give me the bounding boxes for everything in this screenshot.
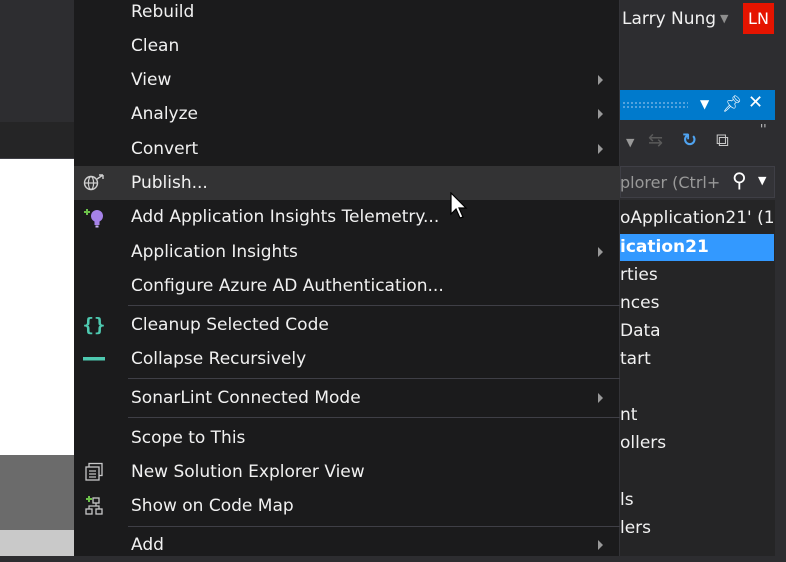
menu-item-clean[interactable]: Clean [74, 29, 620, 63]
menu-item-label: Application Insights [131, 242, 298, 262]
tree-item[interactable]: nces [620, 290, 774, 317]
menu-item-collapse-recursively[interactable]: Collapse Recursively [74, 342, 620, 376]
user-name[interactable]: Larry Nung [622, 9, 716, 29]
editor-tab-strip [0, 122, 80, 159]
menu-item-rebuild[interactable]: Rebuild [74, 0, 620, 29]
submenu-arrow-icon [598, 144, 603, 154]
menu-item-label: Rebuild [131, 2, 195, 22]
submenu-arrow-icon [598, 247, 603, 257]
chevron-down-icon[interactable]: ▼ [758, 174, 766, 187]
menu-item-sonarlint-connected-mode[interactable]: SonarLint Connected Mode [74, 381, 620, 415]
tree-item[interactable]: ls [620, 487, 774, 514]
menu-item-label: Add Application Insights Telemetry... [131, 207, 440, 227]
menu-separator [128, 417, 620, 418]
chevron-down-icon[interactable]: ▼ [720, 12, 728, 25]
publish-globe-icon [82, 171, 106, 195]
menu-item-new-solution-explorer-view[interactable]: New Solution Explorer View [74, 455, 620, 489]
menu-item-add[interactable]: Add [74, 528, 620, 562]
close-icon[interactable]: ✕ [748, 92, 763, 113]
pin-icon[interactable]: 📌︎ [722, 94, 742, 113]
tree-item[interactable]: tart [620, 346, 774, 373]
sync-icon[interactable]: ⇆ [648, 130, 663, 151]
panel-grip[interactable] [622, 101, 688, 109]
menu-item-label: Clean [131, 36, 180, 56]
menu-item-label: Analyze [131, 104, 198, 124]
application-insights-icon [82, 205, 106, 229]
tree-item[interactable]: rties [620, 262, 774, 289]
tree-item[interactable]: nt [620, 402, 774, 429]
new-explorer-view-icon [82, 460, 106, 484]
submenu-arrow-icon [598, 109, 603, 119]
tree-item[interactable] [620, 374, 774, 401]
avatar[interactable]: LN [743, 3, 774, 34]
menu-item-add-application-insights[interactable]: Add Application Insights Telemetry... [74, 200, 620, 234]
menu-separator [128, 378, 620, 379]
solution-explorer-toolbar [620, 122, 775, 164]
search-icon[interactable]: ⚲ [732, 168, 747, 192]
menu-item-label: Convert [131, 139, 199, 159]
menu-item-label: New Solution Explorer View [131, 462, 365, 482]
menu-item-configure-azure-ad[interactable]: Configure Azure AD Authentication... [74, 269, 620, 303]
menu-item-label: Collapse Recursively [131, 349, 307, 369]
menu-item-scope-to-this[interactable]: Scope to This [74, 421, 620, 455]
overflow-icon[interactable]: '' [760, 122, 767, 136]
editor-area-top [0, 0, 80, 122]
tree-item[interactable]: ollers [620, 430, 774, 457]
menu-item-analyze[interactable]: Analyze [74, 97, 620, 131]
status-bar [0, 530, 80, 556]
output-panel [0, 455, 80, 530]
collapse-icon [82, 347, 106, 371]
tree-item-selected[interactable]: ication21 [620, 234, 774, 261]
search-input[interactable] [620, 170, 732, 194]
submenu-arrow-icon [598, 75, 603, 85]
submenu-arrow-icon [598, 393, 603, 403]
menu-item-label: SonarLint Connected Mode [131, 388, 361, 408]
code-map-icon [82, 494, 106, 518]
menu-item-convert[interactable]: Convert [74, 132, 620, 166]
dropdown-arrow-icon[interactable]: ▼ [700, 97, 709, 111]
window-edge [775, 88, 786, 556]
menu-item-application-insights[interactable]: Application Insights [74, 235, 620, 269]
menu-item-label: Cleanup Selected Code [131, 315, 329, 335]
collapse-all-icon[interactable]: ⧉ [716, 130, 729, 151]
menu-item-show-on-code-map[interactable]: Show on Code Map [74, 489, 620, 523]
tree-item[interactable]: oApplication21' (1 [620, 205, 774, 232]
menu-item-label: Scope to This [131, 428, 246, 448]
editor-document [0, 159, 80, 455]
chevron-down-icon[interactable]: ▼ [626, 136, 634, 149]
menu-item-label: Configure Azure AD Authentication... [131, 276, 444, 296]
menu-item-label: Publish... [131, 173, 208, 193]
menu-item-label: Add [131, 535, 164, 555]
menu-item-publish[interactable]: Publish... [74, 166, 620, 200]
submenu-arrow-icon [598, 540, 603, 550]
tree-item[interactable]: Data [620, 318, 774, 345]
menu-separator [128, 305, 620, 306]
menu-item-view[interactable]: View [74, 63, 620, 97]
menu-item-label: Show on Code Map [131, 496, 294, 516]
tree-item[interactable]: lers [620, 515, 774, 542]
tree-item[interactable] [620, 458, 774, 485]
menu-item-label: View [131, 70, 172, 90]
refresh-icon[interactable]: ↻ [682, 130, 697, 151]
menu-separator [128, 526, 620, 527]
menu-item-cleanup-selected-code[interactable]: {} Cleanup Selected Code [74, 308, 620, 342]
braces-icon: {} [82, 314, 106, 336]
mouse-cursor-icon [450, 192, 468, 219]
